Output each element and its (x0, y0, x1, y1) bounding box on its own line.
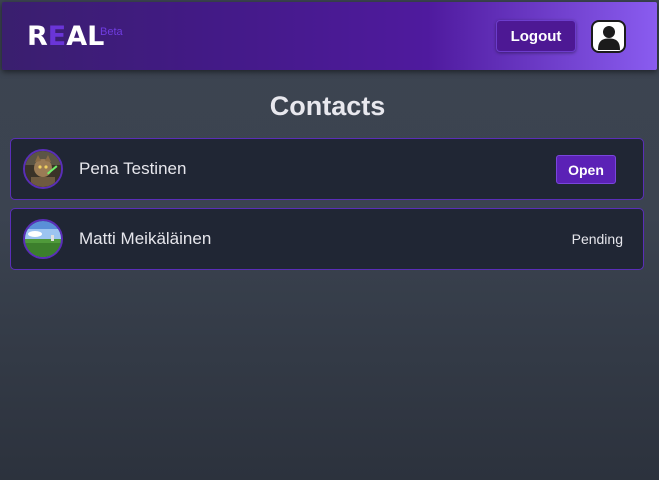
logo-letter-r: R (27, 21, 48, 52)
beta-badge: Beta (100, 26, 123, 38)
contact-avatar (23, 219, 63, 259)
page-title: Contacts (269, 91, 386, 121)
contact-card[interactable]: Pena Testinen Open (10, 138, 644, 200)
logo-letter-e: E (47, 21, 67, 52)
contact-name: Matti Meikäläinen (79, 229, 212, 248)
contact-name: Pena Testinen (79, 159, 187, 178)
app-logo[interactable]: REAL (27, 22, 104, 52)
contact-card[interactable]: Matti Meikäläinen Pending (10, 208, 644, 270)
user-icon (597, 25, 620, 50)
open-chat-button[interactable]: Open (556, 155, 616, 184)
contact-avatar (23, 149, 63, 189)
top-navbar: REAL Beta Logout (2, 2, 657, 70)
landscape-avatar-image (25, 221, 61, 257)
cat-avatar-image (25, 151, 61, 187)
logout-button[interactable]: Logout (496, 20, 576, 52)
pending-status: Pending (571, 231, 623, 247)
profile-button[interactable] (591, 20, 626, 53)
logo-letters-al: AL (66, 21, 105, 52)
